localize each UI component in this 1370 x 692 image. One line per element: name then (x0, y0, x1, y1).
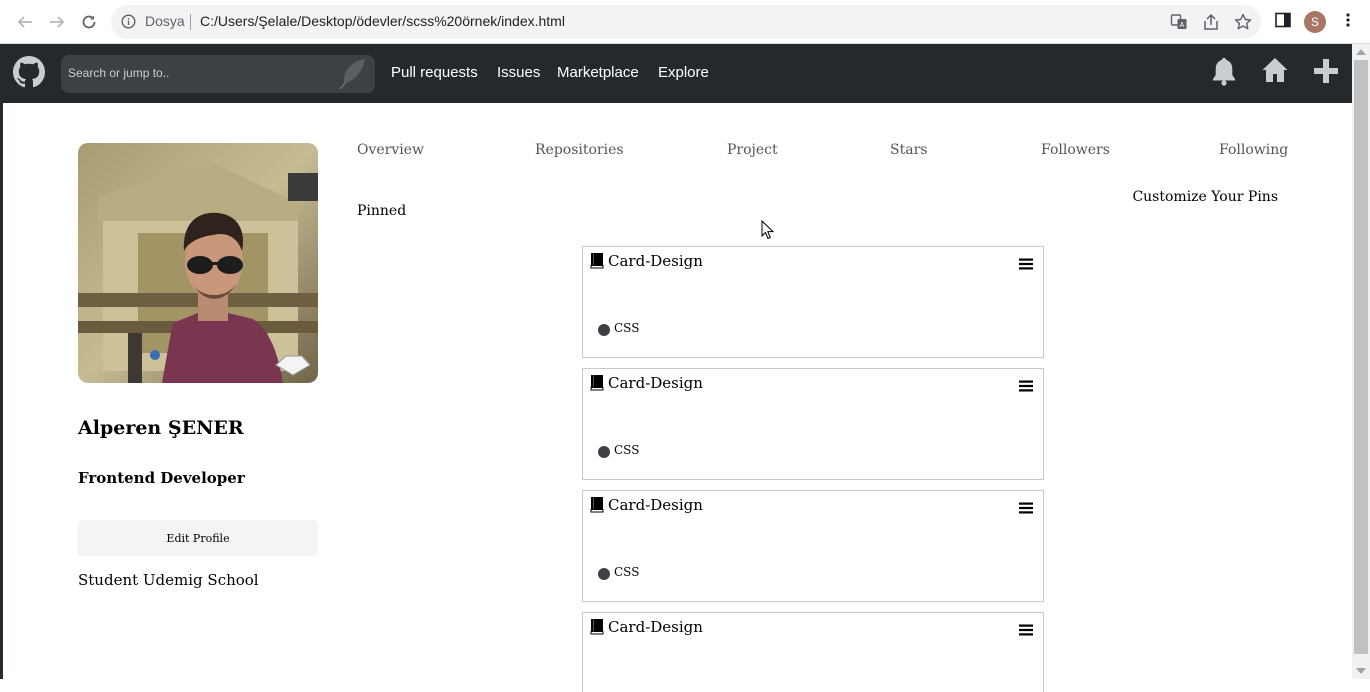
language-dot-icon (598, 568, 610, 580)
menu-icon[interactable] (1019, 621, 1033, 640)
avatar[interactable]: S (1304, 11, 1326, 33)
profile-title: Frontend Developer (78, 469, 245, 487)
bell-icon[interactable] (1210, 56, 1238, 90)
repo-language: CSS (614, 443, 640, 457)
scroll-down-arrow-icon[interactable] (1356, 668, 1366, 674)
pinned-repo-card[interactable]: Card-Design CSS (582, 368, 1044, 480)
repo-language: CSS (614, 321, 640, 335)
pinned-repo-card[interactable]: Card-Design CSS (582, 246, 1044, 358)
nav-pull-requests[interactable]: Pull requests (391, 64, 478, 81)
profile-bio: Student Udemig School (78, 571, 259, 589)
nav-issues[interactable]: Issues (497, 64, 540, 81)
book-icon (590, 374, 604, 395)
translate-icon[interactable]: A (1170, 13, 1188, 35)
tab-repositories[interactable]: Repositories (535, 142, 624, 158)
back-arrow-icon[interactable] (13, 10, 37, 34)
search-placeholder: Search or jump to.. (68, 66, 170, 80)
reload-icon[interactable] (77, 10, 101, 34)
customize-pins-link[interactable]: Customize Your Pins (1132, 189, 1278, 205)
language-dot-icon (598, 446, 610, 458)
nav-explore[interactable]: Explore (658, 64, 709, 81)
plus-icon[interactable] (1312, 56, 1340, 90)
tab-overview[interactable]: Overview (357, 142, 424, 158)
kebab-menu-icon[interactable] (1340, 12, 1356, 32)
site-security-label: Dosya (145, 13, 185, 29)
book-icon (590, 618, 604, 639)
repo-title[interactable]: Card-Design (608, 496, 703, 514)
mouse-cursor-icon (761, 219, 775, 244)
book-icon (590, 496, 604, 517)
tab-stars[interactable]: Stars (890, 142, 927, 158)
star-icon[interactable] (1234, 13, 1252, 35)
svg-text:A: A (1180, 22, 1185, 29)
nav-marketplace[interactable]: Marketplace (557, 64, 639, 81)
window-edge (0, 44, 3, 679)
search-input[interactable]: Search or jump to.. (61, 55, 375, 93)
profile-name: Alperen ŞENER (78, 417, 244, 439)
url-text[interactable]: C:/Users/Şelale/Desktop/ödevler/scss%20ö… (200, 13, 565, 29)
sidebar-icon[interactable] (1275, 12, 1291, 32)
site-header: Search or jump to.. Pull requests Issues… (3, 44, 1352, 103)
repo-title[interactable]: Card-Design (608, 252, 703, 270)
divider (190, 14, 191, 30)
repo-title[interactable]: Card-Design (608, 618, 703, 636)
repo-language: CSS (614, 565, 640, 579)
repo-title[interactable]: Card-Design (608, 374, 703, 392)
book-icon (590, 252, 604, 273)
info-icon[interactable] (121, 14, 136, 33)
share-icon[interactable] (1202, 13, 1220, 35)
tab-following[interactable]: Following (1219, 142, 1288, 158)
feather-icon (335, 57, 369, 95)
home-icon[interactable] (1261, 56, 1289, 90)
pinned-repo-card[interactable]: Card-Design CSS (582, 490, 1044, 602)
menu-icon[interactable] (1019, 377, 1033, 396)
menu-icon[interactable] (1019, 255, 1033, 274)
browser-toolbar: Dosya C:/Users/Şelale/Desktop/ödevler/sc… (0, 0, 1370, 44)
edit-profile-button[interactable]: Edit Profile (78, 520, 318, 556)
menu-icon[interactable] (1019, 499, 1033, 518)
tab-followers[interactable]: Followers (1041, 142, 1110, 158)
scrollbar-thumb[interactable] (1354, 60, 1368, 654)
scroll-up-arrow-icon[interactable] (1356, 49, 1366, 55)
language-dot-icon (598, 324, 610, 336)
github-logo-icon[interactable] (13, 56, 45, 92)
profile-photo (78, 143, 318, 383)
address-bar[interactable]: Dosya C:/Users/Şelale/Desktop/ödevler/sc… (111, 5, 1261, 39)
pinned-heading: Pinned (357, 203, 407, 219)
pinned-repo-card[interactable]: Card-Design (582, 612, 1044, 692)
tab-project[interactable]: Project (727, 142, 778, 158)
forward-arrow-icon[interactable] (45, 10, 69, 34)
